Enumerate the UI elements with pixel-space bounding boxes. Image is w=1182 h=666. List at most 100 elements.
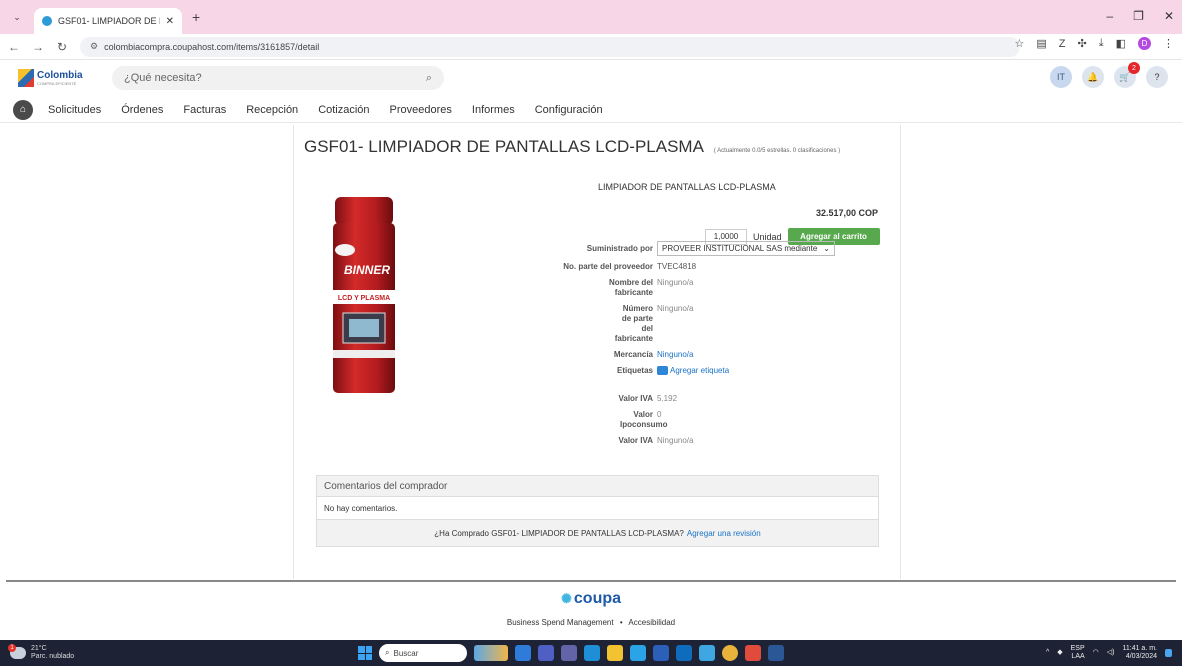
supplier-select[interactable]: PROVEER INSTITUCIONAL SAS mediante ⌄	[657, 241, 835, 256]
weather-widget[interactable]: 1 21°C Parc. nublado	[8, 644, 75, 661]
buyer-comments: Comentarios del comprador No hay comenta…	[316, 475, 879, 547]
rating-text[interactable]: ( Actualmente 0.0/5 estrellas. 0 clasifi…	[714, 148, 840, 154]
colombia-compra-logo[interactable]: Colombia COMPRA EFICIENTE	[18, 64, 88, 92]
accessibility-link[interactable]: Accesibilidad	[628, 618, 675, 627]
add-review-link[interactable]: Agregar una revisión	[687, 529, 761, 538]
product-price: 32.517,00 COP	[815, 208, 878, 218]
cart-count-badge: 2	[1128, 62, 1140, 74]
address-bar: ← → ↻ ⚙ colombiacompra.coupahost.com/ite…	[0, 34, 1182, 60]
teams-icon[interactable]	[538, 645, 554, 661]
back-icon[interactable]: ←	[4, 40, 24, 54]
zotero-icon[interactable]: Z	[1059, 38, 1066, 50]
product-image[interactable]: BINNER LCD Y PLASMA	[329, 195, 399, 395]
notifications-bell-icon[interactable]: 🔔	[1082, 66, 1104, 88]
windows-taskbar: 1 21°C Parc. nublado ⌕ Buscar ^ ◆ ESP LAA…	[0, 640, 1182, 666]
windows-start-icon[interactable]	[358, 646, 372, 660]
clock-date: 4/03/2024	[1125, 653, 1157, 660]
can-brand-text: BINNER	[344, 263, 390, 277]
url-field[interactable]: ⚙ colombiacompra.coupahost.com/items/316…	[80, 36, 1020, 57]
volume-icon[interactable]: ◁)	[1107, 649, 1115, 657]
taskbar-search[interactable]: ⌕ Buscar	[379, 644, 467, 662]
chrome-icon[interactable]	[722, 645, 738, 661]
language-indicator[interactable]: ESP LAA	[1071, 645, 1085, 661]
copilot-icon[interactable]	[515, 645, 531, 661]
clock[interactable]: 11:41 a. m. 4/03/2024	[1122, 645, 1157, 661]
bsm-link[interactable]: Business Spend Management	[507, 618, 614, 627]
coupa-star-icon: ✺	[560, 591, 572, 606]
lang-layout: LAA	[1071, 653, 1085, 660]
user-avatar[interactable]: IT	[1050, 66, 1072, 88]
nav-configuracion[interactable]: Configuración	[535, 104, 603, 116]
widgets-icon[interactable]	[474, 645, 508, 661]
restore-icon[interactable]: ❐	[1133, 9, 1144, 23]
bookmark-star-icon[interactable]: ☆	[1014, 37, 1024, 50]
nav-informes[interactable]: Informes	[472, 104, 515, 116]
supplier-value: PROVEER INSTITUCIONAL SAS mediante	[662, 244, 818, 253]
commodity-link[interactable]: Ninguno/a	[657, 350, 693, 360]
nav-ordenes[interactable]: Órdenes	[121, 104, 163, 116]
url-text: colombiacompra.coupahost.com/items/31618…	[104, 41, 320, 52]
nav-facturas[interactable]: Facturas	[183, 104, 226, 116]
download-icon[interactable]: ⤓	[1099, 37, 1104, 50]
field-tags: Etiquetas Agregar etiqueta	[524, 366, 894, 376]
field-iva: Valor IVA 5.192	[524, 394, 894, 404]
home-icon[interactable]: ⌂	[13, 99, 33, 120]
logo-subtitle: COMPRA EFICIENTE	[37, 80, 77, 86]
field-commodity: Mercancía Ninguno/a	[524, 350, 894, 360]
search-placeholder: ¿Qué necesita?	[124, 72, 202, 84]
logo-text: Colombia	[37, 69, 83, 81]
word-icon[interactable]	[768, 645, 784, 661]
profile-avatar[interactable]: D	[1138, 37, 1151, 50]
browser-tab[interactable]: GSF01- LIMPIADOR DE PANTAL ✕	[34, 8, 182, 34]
tab-close-icon[interactable]: ✕	[166, 16, 174, 27]
site-info-icon[interactable]: ⚙	[90, 41, 98, 52]
browser-menu-icon[interactable]: ⋮	[1163, 37, 1174, 50]
mail-icon[interactable]	[676, 645, 692, 661]
unit-label: Unidad	[753, 231, 782, 242]
forward-icon[interactable]: →	[28, 40, 48, 54]
review-question: ¿Ha Comprado GSF01- LIMPIADOR DE PANTALL…	[434, 528, 684, 538]
comments-empty: No hay comentarios.	[317, 497, 878, 520]
chart-app-icon[interactable]	[699, 645, 715, 661]
coupa-logo[interactable]: ✺ coupa	[0, 590, 1182, 608]
field-value: 5.192	[657, 394, 678, 403]
weather-desc: Parc. nublado	[31, 653, 75, 660]
add-tag-link[interactable]: Agregar etiqueta	[657, 366, 729, 376]
help-icon[interactable]: ?	[1146, 66, 1168, 88]
file-explorer-icon[interactable]	[607, 645, 623, 661]
translate-icon[interactable]: ▤	[1036, 37, 1046, 50]
nav-recepcion[interactable]: Recepción	[246, 104, 298, 116]
nav-proveedores[interactable]: Proveedores	[390, 104, 452, 116]
nav-solicitudes[interactable]: Solicitudes	[48, 104, 101, 116]
main-nav: ⌂ Solicitudes Órdenes Facturas Recepción…	[0, 97, 1182, 123]
tag-icon	[657, 366, 668, 376]
sidepanel-icon[interactable]: ◧	[1116, 37, 1126, 50]
minimize-icon[interactable]: –	[1106, 9, 1113, 23]
page-title: GSF01- LIMPIADOR DE PANTALLAS LCD-PLASMA…	[304, 137, 840, 157]
search-input[interactable]: ¿Qué necesita? ⌕	[112, 66, 444, 90]
extensions-icon[interactable]: ✣	[1078, 37, 1087, 50]
brave-icon[interactable]	[745, 645, 761, 661]
search-icon[interactable]: ⌕	[426, 72, 432, 85]
field-value: 0	[657, 410, 662, 419]
edge-icon[interactable]	[584, 645, 600, 661]
cart-icon[interactable]: 🛒 2	[1114, 62, 1140, 88]
field-value: Ninguno/a	[657, 436, 694, 445]
field-mfr-name: Nombre del fabricante Ninguno/a	[524, 278, 894, 298]
chevron-up-icon[interactable]: ^	[1046, 649, 1049, 657]
teams-work-icon[interactable]	[561, 645, 577, 661]
new-tab-icon[interactable]: +	[192, 9, 200, 25]
wifi-icon[interactable]: ◠	[1093, 649, 1099, 657]
product-detail-panel: GSF01- LIMPIADOR DE PANTALLAS LCD-PLASMA…	[293, 125, 901, 579]
notification-icon[interactable]	[1165, 649, 1172, 657]
app-icon[interactable]	[653, 645, 669, 661]
footer-separator: •	[619, 618, 623, 627]
close-window-icon[interactable]: ✕	[1164, 9, 1174, 23]
tray-app-icon[interactable]: ◆	[1057, 649, 1062, 657]
tab-search-icon[interactable]: ⌄	[8, 8, 26, 26]
store-icon[interactable]	[630, 645, 646, 661]
field-supplier: Suministrado por PROVEER INSTITUCIONAL S…	[524, 241, 894, 256]
reload-icon[interactable]: ↻	[52, 40, 72, 54]
clock-time: 11:41 a. m.	[1122, 645, 1157, 652]
nav-cotizacion[interactable]: Cotización	[318, 104, 369, 116]
